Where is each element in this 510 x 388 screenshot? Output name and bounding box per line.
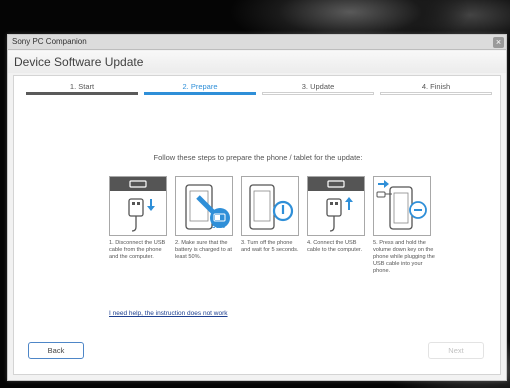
step-prepare: 2. Prepare (144, 80, 256, 98)
step-label: 2. Prepare (182, 82, 218, 91)
next-button[interactable]: Next (428, 342, 484, 359)
page-header: Device Software Update (8, 51, 506, 73)
step-bar (262, 92, 374, 95)
progress-steps: 1. Start 2. Prepare 3. Update 4. Finish (26, 80, 492, 98)
card-volume-down (373, 176, 431, 236)
content-panel: 1. Start 2. Prepare 3. Update 4. Finish … (13, 75, 501, 375)
step-description: 5. Press and hold the volume down key on… (373, 240, 435, 274)
step-description: 3. Turn off the phone and wait for 5 sec… (241, 240, 299, 253)
title-bar: Sony PC Companion × (8, 35, 506, 50)
step-description: 4. Connect the USB cable to the computer… (307, 240, 363, 253)
back-button[interactable]: Back (28, 342, 84, 359)
step-bar (380, 92, 492, 95)
page-title: Device Software Update (14, 55, 144, 69)
help-link[interactable]: I need help, the instruction does not wo… (109, 310, 228, 317)
card-disconnect-usb (109, 176, 167, 236)
card-connect-usb (307, 176, 365, 236)
step-description: 1. Disconnect the USB cable from the pho… (109, 240, 166, 260)
card-power-off (241, 176, 299, 236)
close-icon[interactable]: × (493, 37, 504, 48)
power-off-icon (249, 184, 294, 230)
step-description: 2. Make sure that the battery is charged… (175, 240, 232, 260)
app-title: Sony PC Companion (12, 37, 87, 46)
card-battery: 50% (175, 176, 233, 236)
step-bar (144, 92, 256, 95)
step-label: 3. Update (301, 82, 335, 91)
step-start: 1. Start (26, 80, 138, 98)
step-label: 1. Start (69, 82, 95, 91)
battery-percent-badge: 50% (212, 223, 226, 230)
step-finish: 4. Finish (380, 80, 492, 98)
instruction-text: Follow these steps to prepare the phone … (153, 153, 363, 162)
app-window: Sony PC Companion × Device Software Upda… (7, 34, 507, 381)
step-label: 4. Finish (421, 82, 451, 91)
step-update: 3. Update (262, 80, 374, 98)
volume-down-icon (376, 180, 427, 230)
usb-connect-icon (326, 180, 353, 232)
usb-disconnect-icon (128, 180, 155, 232)
step-bar (26, 92, 138, 95)
